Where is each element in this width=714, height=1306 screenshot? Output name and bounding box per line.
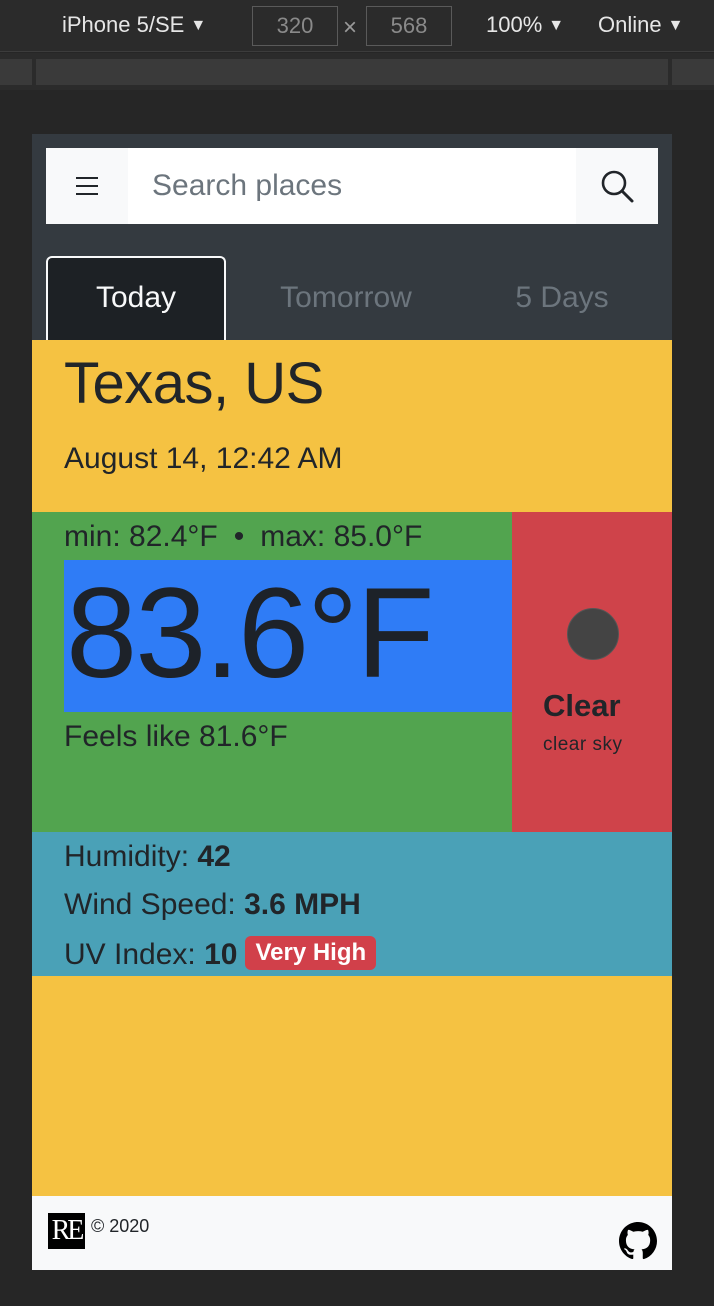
footer: RE © 2020 — [32, 1196, 672, 1270]
media-query-segment[interactable] — [0, 59, 32, 85]
navbar: Today Tomorrow 5 Days — [32, 134, 672, 340]
search-input[interactable] — [128, 148, 576, 224]
wind-speed-row: Wind Speed: 3.6 MPH — [64, 888, 361, 922]
media-query-bar — [0, 53, 714, 90]
network-dropdown-icon: ▼ — [667, 17, 684, 34]
dimension-separator: × — [343, 14, 358, 41]
search-button[interactable] — [576, 148, 658, 224]
uv-index-value: 10 — [204, 938, 238, 971]
search-group — [46, 148, 658, 224]
feels-like: Feels like 81.6°F — [64, 720, 288, 753]
app-logo[interactable]: RE — [48, 1213, 85, 1249]
zoom-dropdown-icon: ▼ — [548, 17, 565, 34]
location-datetime: August 14, 12:42 AM — [64, 442, 343, 475]
location-title: Texas, US — [64, 351, 324, 416]
condition-panel: Clear clear sky — [512, 512, 672, 832]
network-throttle-select[interactable]: Online ▼ — [598, 12, 683, 38]
media-query-segment[interactable] — [36, 59, 668, 85]
forecast-tabs: Today Tomorrow 5 Days — [46, 256, 658, 340]
device-select[interactable]: iPhone 5/SE ▼ — [62, 12, 206, 38]
uv-status-badge: Very High — [245, 936, 377, 970]
devtools-toolbar: iPhone 5/SE ▼ 320 × 568 100% ▼ Online ▼ — [0, 0, 714, 52]
condition-description: clear sky — [543, 734, 623, 755]
location-header: Texas, US August 14, 12:42 AM — [32, 340, 672, 512]
viewport-height-input[interactable]: 568 — [366, 6, 452, 46]
viewport-width-input[interactable]: 320 — [252, 6, 338, 46]
separator-dot: • — [233, 520, 245, 553]
current-temperature-box: 83.6°F — [64, 560, 512, 712]
hamburger-icon — [76, 177, 98, 195]
tab-5-days[interactable]: 5 Days — [482, 256, 642, 340]
uv-index-row: UV Index: 10 Very High — [64, 936, 377, 972]
weather-icon — [567, 608, 619, 660]
github-icon[interactable] — [619, 1222, 657, 1260]
humidity-value: 42 — [197, 840, 231, 873]
min-max-temperature: min: 82.4°F • max: 85.0°F — [64, 520, 422, 554]
media-query-segment[interactable] — [672, 59, 714, 85]
search-icon — [601, 170, 634, 203]
wind-speed-label: Wind Speed: — [64, 888, 245, 921]
max-temperature: max: 85.0°F — [260, 520, 423, 553]
weather-details: Humidity: 42 Wind Speed: 3.6 MPH UV Inde… — [32, 832, 672, 976]
device-dropdown-icon: ▼ — [190, 17, 207, 34]
humidity-label: Humidity: — [64, 840, 198, 873]
humidity-row: Humidity: 42 — [64, 840, 231, 874]
device-viewport: Today Tomorrow 5 Days Texas, US August 1… — [32, 134, 672, 1270]
temperature-panel: min: 82.4°F • max: 85.0°F 83.6°F Feels lik… — [32, 512, 512, 832]
current-temperature: 83.6°F — [66, 562, 434, 705]
zoom-select[interactable]: 100% ▼ — [486, 12, 564, 38]
min-temperature: min: 82.4°F — [64, 520, 218, 553]
tab-tomorrow[interactable]: Tomorrow — [258, 256, 434, 340]
condition-main: Clear — [543, 688, 621, 723]
uv-index-label: UV Index: — [64, 938, 205, 971]
tab-today[interactable]: Today — [46, 256, 226, 340]
wind-speed-value: 3.6 MPH — [244, 888, 361, 921]
menu-button[interactable] — [46, 148, 128, 224]
copyright: © 2020 — [91, 1216, 150, 1236]
